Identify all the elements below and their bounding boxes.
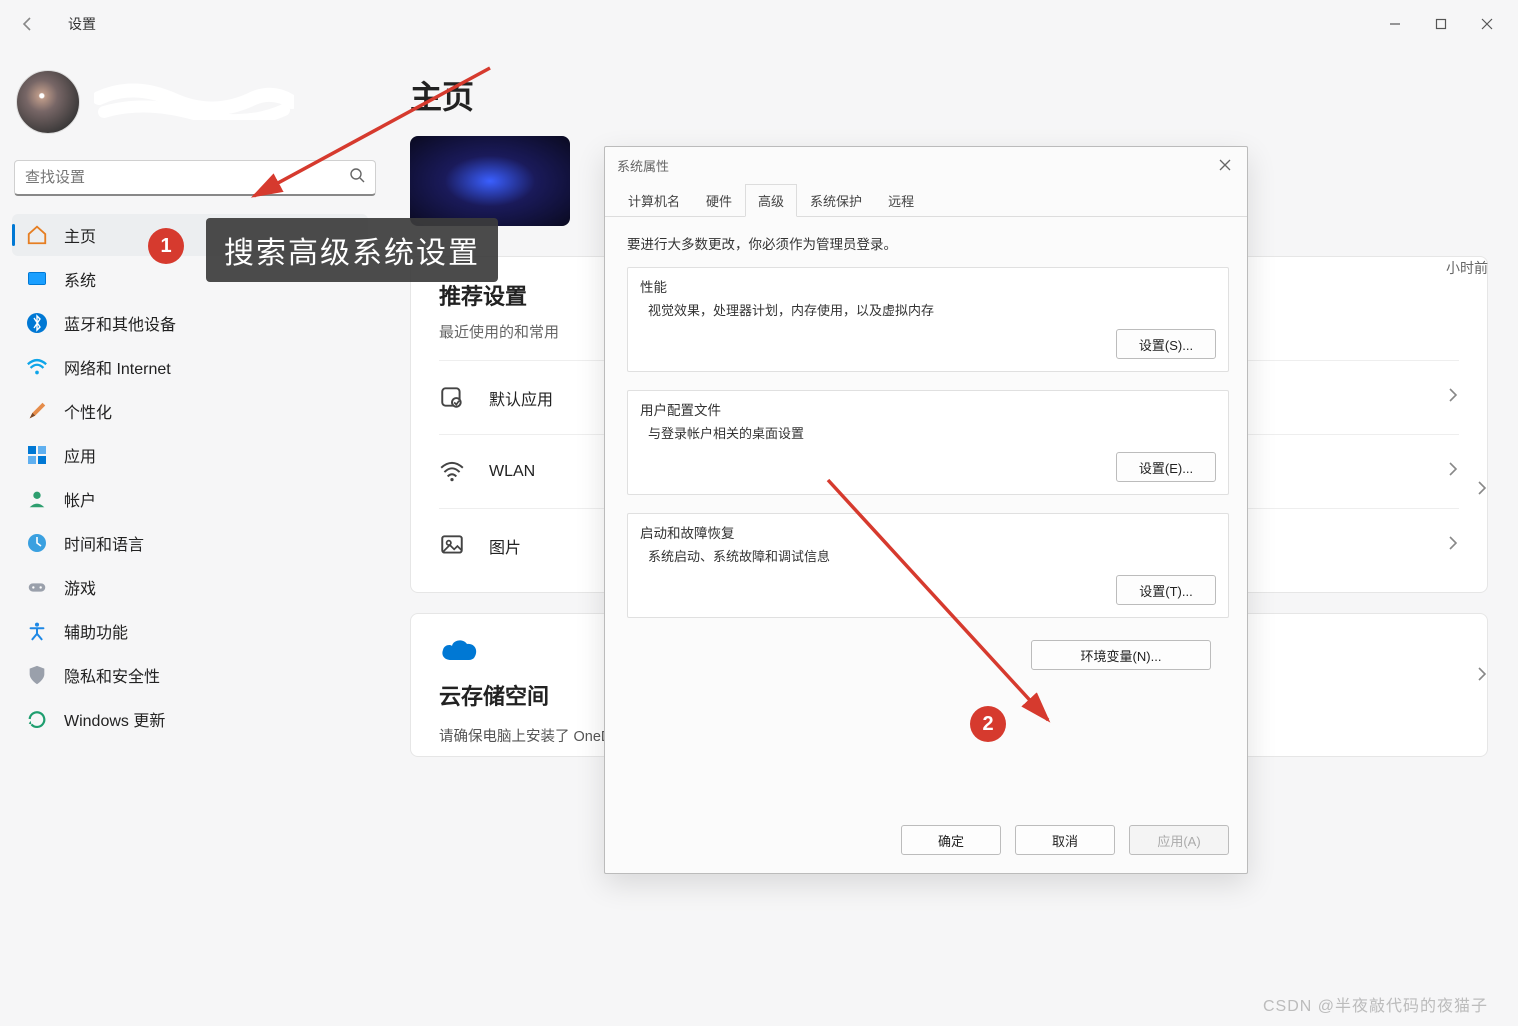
hero-preview-card[interactable]	[410, 136, 570, 226]
nav-label: 游戏	[64, 575, 96, 599]
right-meta-text: 小时前	[1446, 258, 1488, 278]
annotation-badge-2: 2	[970, 706, 1006, 742]
ok-button[interactable]: 确定	[901, 825, 1001, 855]
nav-personalization[interactable]: 个性化	[12, 390, 368, 432]
page-title: 主页	[410, 72, 1488, 118]
default-apps-icon	[439, 384, 467, 412]
minimize-button[interactable]	[1372, 8, 1418, 40]
tab-advanced[interactable]: 高级	[745, 184, 797, 217]
nav-label: 辅助功能	[64, 619, 128, 643]
group-desc: 系统启动、系统故障和调试信息	[648, 546, 1216, 565]
nav-network[interactable]: 网络和 Internet	[12, 346, 368, 388]
avatar	[16, 70, 80, 134]
nav-apps[interactable]: 应用	[12, 434, 368, 476]
nav-accessibility[interactable]: 辅助功能	[12, 610, 368, 652]
tab-remote[interactable]: 远程	[875, 184, 927, 217]
apps-icon	[26, 444, 48, 466]
chevron-right-icon	[1447, 387, 1459, 408]
group-desc: 视觉效果，处理器计划，内存使用，以及虚拟内存	[648, 300, 1216, 319]
maximize-button[interactable]	[1418, 8, 1464, 40]
pictures-icon	[439, 532, 467, 560]
tab-computer-name[interactable]: 计算机名	[615, 184, 693, 217]
group-performance: 性能 视觉效果，处理器计划，内存使用，以及虚拟内存 设置(S)...	[627, 267, 1229, 372]
group-user-profile: 用户配置文件 与登录帐户相关的桌面设置 设置(E)...	[627, 390, 1229, 495]
group-title: 性能	[640, 276, 1216, 296]
profile-block[interactable]	[12, 60, 368, 154]
system-icon	[26, 268, 48, 290]
wifi-icon	[26, 356, 48, 378]
cancel-button[interactable]: 取消	[1015, 825, 1115, 855]
watermark: CSDN @半夜敲代码的夜猫子	[1263, 992, 1488, 1016]
group-title: 启动和故障恢复	[640, 522, 1216, 542]
update-icon	[26, 708, 48, 730]
chevron-right-icon	[1476, 666, 1488, 687]
shield-icon	[26, 664, 48, 686]
nav-bluetooth[interactable]: 蓝牙和其他设备	[12, 302, 368, 344]
titlebar: 设置	[0, 0, 1518, 48]
nav-label: 隐私和安全性	[64, 663, 160, 687]
gaming-icon	[26, 576, 48, 598]
nav-label: 主页	[64, 223, 96, 247]
perf-settings-button[interactable]: 设置(S)...	[1116, 329, 1216, 359]
annotation-badge-1: 1	[148, 228, 184, 264]
account-icon	[26, 488, 48, 510]
profile-name-redacted	[94, 80, 294, 120]
nav-privacy[interactable]: 隐私和安全性	[12, 654, 368, 696]
dialog-tabs: 计算机名 硬件 高级 系统保护 远程	[605, 181, 1247, 217]
search-input[interactable]	[25, 169, 349, 186]
tab-hardware[interactable]: 硬件	[693, 184, 745, 217]
nav-windows-update[interactable]: Windows 更新	[12, 698, 368, 740]
annotation-tooltip: 搜索高级系统设置	[206, 218, 498, 282]
nav-label: 蓝牙和其他设备	[64, 311, 176, 335]
chevron-right-icon	[1447, 535, 1459, 556]
nav-label: 网络和 Internet	[64, 355, 171, 379]
nav-label: 系统	[64, 267, 96, 291]
dialog-title: 系统属性	[617, 156, 1213, 175]
search-icon	[349, 167, 365, 188]
tab-system-protection[interactable]: 系统保护	[797, 184, 875, 217]
nav-label: 帐户	[64, 487, 96, 511]
sidebar: 主页 系统 蓝牙和其他设备 网络和 Internet 个性化 应用	[0, 48, 380, 1026]
nav-label: 个性化	[64, 399, 112, 423]
nav-gaming[interactable]: 游戏	[12, 566, 368, 608]
group-title: 用户配置文件	[640, 399, 1216, 419]
admin-note: 要进行大多数更改，你必须作为管理员登录。	[627, 233, 1229, 253]
group-startup-recovery: 启动和故障恢复 系统启动、系统故障和调试信息 设置(T)...	[627, 513, 1229, 618]
back-button[interactable]	[8, 4, 48, 44]
group-desc: 与登录帐户相关的桌面设置	[648, 423, 1216, 442]
bluetooth-icon	[26, 312, 48, 334]
chevron-right-icon	[1447, 461, 1459, 482]
app-title: 设置	[68, 14, 96, 34]
nav-label: Windows 更新	[64, 707, 165, 731]
chevron-right-icon	[1476, 480, 1488, 501]
startup-settings-button[interactable]: 设置(T)...	[1116, 575, 1216, 605]
dialog-close-button[interactable]	[1213, 153, 1237, 177]
close-button[interactable]	[1464, 8, 1510, 40]
nav-accounts[interactable]: 帐户	[12, 478, 368, 520]
nav-time-language[interactable]: 时间和语言	[12, 522, 368, 564]
search-box[interactable]	[14, 160, 376, 196]
nav-list: 主页 系统 蓝牙和其他设备 网络和 Internet 个性化 应用	[12, 214, 368, 740]
environment-variables-button[interactable]: 环境变量(N)...	[1031, 640, 1211, 670]
apply-button[interactable]: 应用(A)	[1129, 825, 1229, 855]
system-properties-dialog: 系统属性 计算机名 硬件 高级 系统保护 远程 要进行大多数更改，你必须作为管理…	[604, 146, 1248, 874]
wifi-row-icon	[439, 458, 467, 486]
timelang-icon	[26, 532, 48, 554]
nav-label: 时间和语言	[64, 531, 144, 555]
nav-label: 应用	[64, 443, 96, 467]
accessibility-icon	[26, 620, 48, 642]
home-icon	[26, 224, 48, 246]
profile-settings-button[interactable]: 设置(E)...	[1116, 452, 1216, 482]
brush-icon	[26, 400, 48, 422]
